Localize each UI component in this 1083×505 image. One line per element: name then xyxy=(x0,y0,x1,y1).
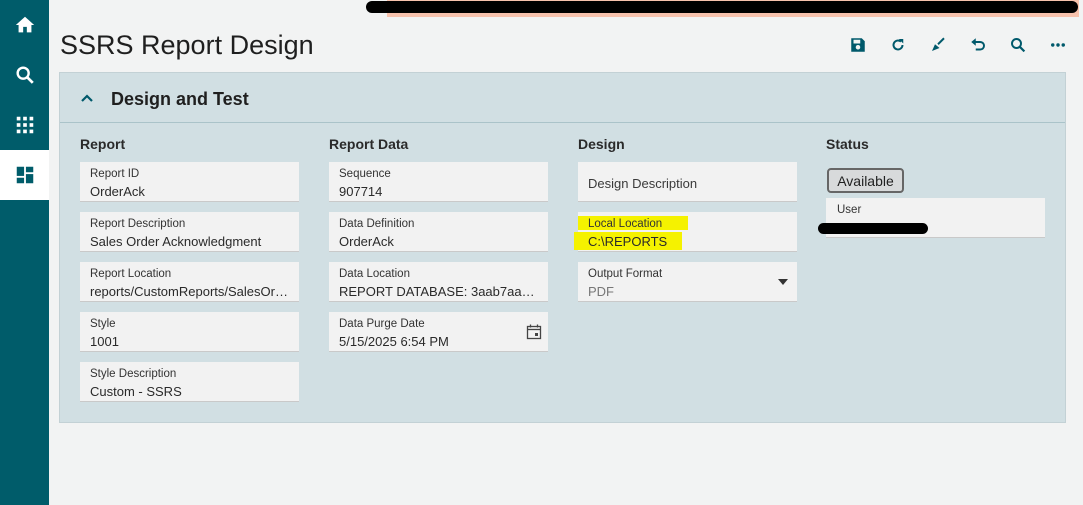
field-label: Sequence xyxy=(339,168,391,180)
more-icon xyxy=(1051,43,1065,47)
data-definition-field[interactable]: Data Definition OrderAck xyxy=(329,212,548,252)
report-id-field[interactable]: Report ID OrderAck xyxy=(80,162,299,202)
field-label: Report ID xyxy=(90,168,140,180)
refresh-button[interactable] xyxy=(878,34,918,56)
search-button[interactable] xyxy=(998,34,1038,56)
field-label: Data Purge Date xyxy=(339,318,425,330)
field-value: OrderAck xyxy=(339,234,394,249)
calendar-icon[interactable] xyxy=(526,324,542,340)
nav-home[interactable] xyxy=(0,0,49,50)
design-description-field[interactable]: Design Description xyxy=(578,162,797,202)
nav-search[interactable] xyxy=(0,50,49,100)
chevron-up-icon[interactable] xyxy=(80,91,94,105)
data-purge-date-field[interactable]: Data Purge Date 5/15/2025 6:54 PM xyxy=(329,312,548,352)
sequence-field[interactable]: Sequence 907714 xyxy=(329,162,548,202)
search-icon xyxy=(1011,38,1026,53)
save-button[interactable] xyxy=(838,34,878,56)
column-heading-report: Report xyxy=(80,136,126,152)
local-location-field[interactable]: Local Location C:\REPORTS xyxy=(574,212,797,252)
panel-title: Design and Test xyxy=(111,89,249,109)
field-value: Custom - SSRS xyxy=(90,384,182,399)
dashboard-icon xyxy=(16,166,33,184)
field-label: Report Description xyxy=(90,218,186,230)
clear-button[interactable] xyxy=(918,34,958,56)
field-label: Data Location xyxy=(339,268,410,280)
field-label: Output Format xyxy=(588,268,663,280)
data-location-field[interactable]: Data Location REPORT DATABASE: 3aab7aa0e… xyxy=(329,262,548,302)
toolbar xyxy=(838,34,1078,56)
dropdown-arrow-icon[interactable] xyxy=(778,279,788,285)
design-and-test-panel: Design and Test Report Report Data Desig… xyxy=(59,72,1066,423)
redaction-bar xyxy=(366,1,1078,13)
field-label: Style xyxy=(90,318,116,330)
search-icon xyxy=(15,66,34,84)
field-label: Style Description xyxy=(90,368,177,380)
field-label: Report Location xyxy=(90,268,172,280)
field-value: PDF xyxy=(588,284,614,299)
undo-icon xyxy=(971,38,985,51)
style-description-field[interactable]: Style Description Custom - SSRS xyxy=(80,362,299,402)
field-label: Local Location xyxy=(588,218,663,230)
field-value: Sales Order Acknowledgment xyxy=(90,234,262,249)
style-field[interactable]: Style 1001 xyxy=(80,312,299,352)
field-value: 907714 xyxy=(339,184,383,199)
field-value: 1001 xyxy=(90,334,119,349)
undo-button[interactable] xyxy=(958,34,998,56)
field-value: C:\REPORTS xyxy=(588,234,668,249)
nav-dashboard[interactable] xyxy=(0,150,49,200)
field-value: reports/CustomReports/SalesOrd... xyxy=(90,284,290,299)
sidebar xyxy=(0,0,49,505)
status-badge: Available xyxy=(827,168,904,193)
field-placeholder: Design Description xyxy=(588,176,698,191)
field-value: OrderAck xyxy=(90,184,145,199)
home-icon xyxy=(15,16,34,33)
clear-icon xyxy=(932,37,945,51)
refresh-icon xyxy=(892,39,904,51)
redaction-bar xyxy=(818,223,928,234)
report-description-field[interactable]: Report Description Sales Order Acknowled… xyxy=(80,212,299,252)
output-format-select[interactable]: Output Format PDF xyxy=(578,262,797,302)
report-location-field[interactable]: Report Location reports/CustomReports/Sa… xyxy=(80,262,299,302)
field-label: Data Definition xyxy=(339,218,415,230)
field-value: 5/15/2025 6:54 PM xyxy=(339,334,449,349)
field-value: REPORT DATABASE: 3aab7aa0ee2... xyxy=(339,284,539,299)
column-heading-report-data: Report Data xyxy=(329,136,409,152)
field-label: User xyxy=(837,204,862,216)
column-heading-status: Status xyxy=(826,136,869,152)
column-heading-design: Design xyxy=(578,136,625,152)
page-title: SSRS Report Design xyxy=(60,30,314,60)
nav-apps[interactable] xyxy=(0,100,49,150)
panel-header[interactable]: Design and Test xyxy=(60,73,1065,123)
apps-grid-icon xyxy=(16,116,33,134)
more-button[interactable] xyxy=(1038,34,1078,56)
save-icon xyxy=(851,38,865,52)
